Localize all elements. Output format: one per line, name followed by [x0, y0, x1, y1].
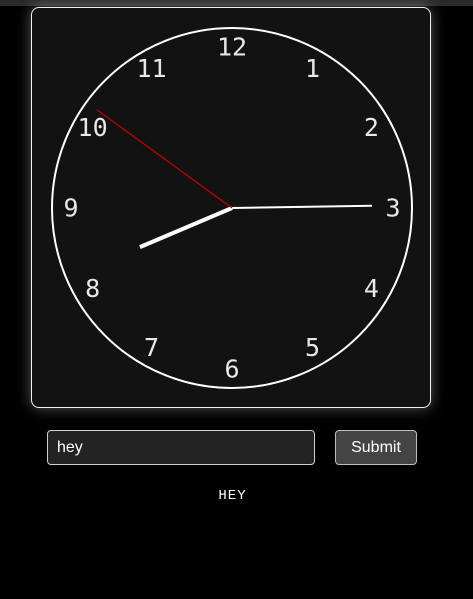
minute-hand — [231, 204, 373, 209]
clock-number-2: 2 — [364, 113, 379, 142]
clock-number-9: 9 — [63, 194, 78, 223]
clock-number-1: 1 — [305, 54, 320, 83]
clock-number-5: 5 — [305, 333, 320, 362]
clock-number-12: 12 — [217, 33, 247, 62]
output-text: HEY — [218, 488, 247, 504]
clock-number-8: 8 — [85, 274, 100, 303]
submit-button[interactable]: Submit — [335, 430, 417, 465]
clock-number-3: 3 — [385, 194, 400, 223]
clock-number-11: 11 — [136, 54, 166, 83]
clock-number-6: 6 — [224, 355, 239, 384]
top-edge-strip — [0, 0, 473, 6]
text-input[interactable] — [47, 430, 315, 465]
clock-panel: 12 1 2 3 4 5 6 7 8 9 10 11 — [31, 7, 431, 408]
clock-number-10: 10 — [78, 113, 108, 142]
clock-number-7: 7 — [144, 333, 159, 362]
hour-hand — [139, 206, 233, 249]
analog-clock: 121234567891011 — [51, 27, 413, 389]
second-hand — [96, 109, 233, 209]
clock-number-4: 4 — [364, 274, 379, 303]
